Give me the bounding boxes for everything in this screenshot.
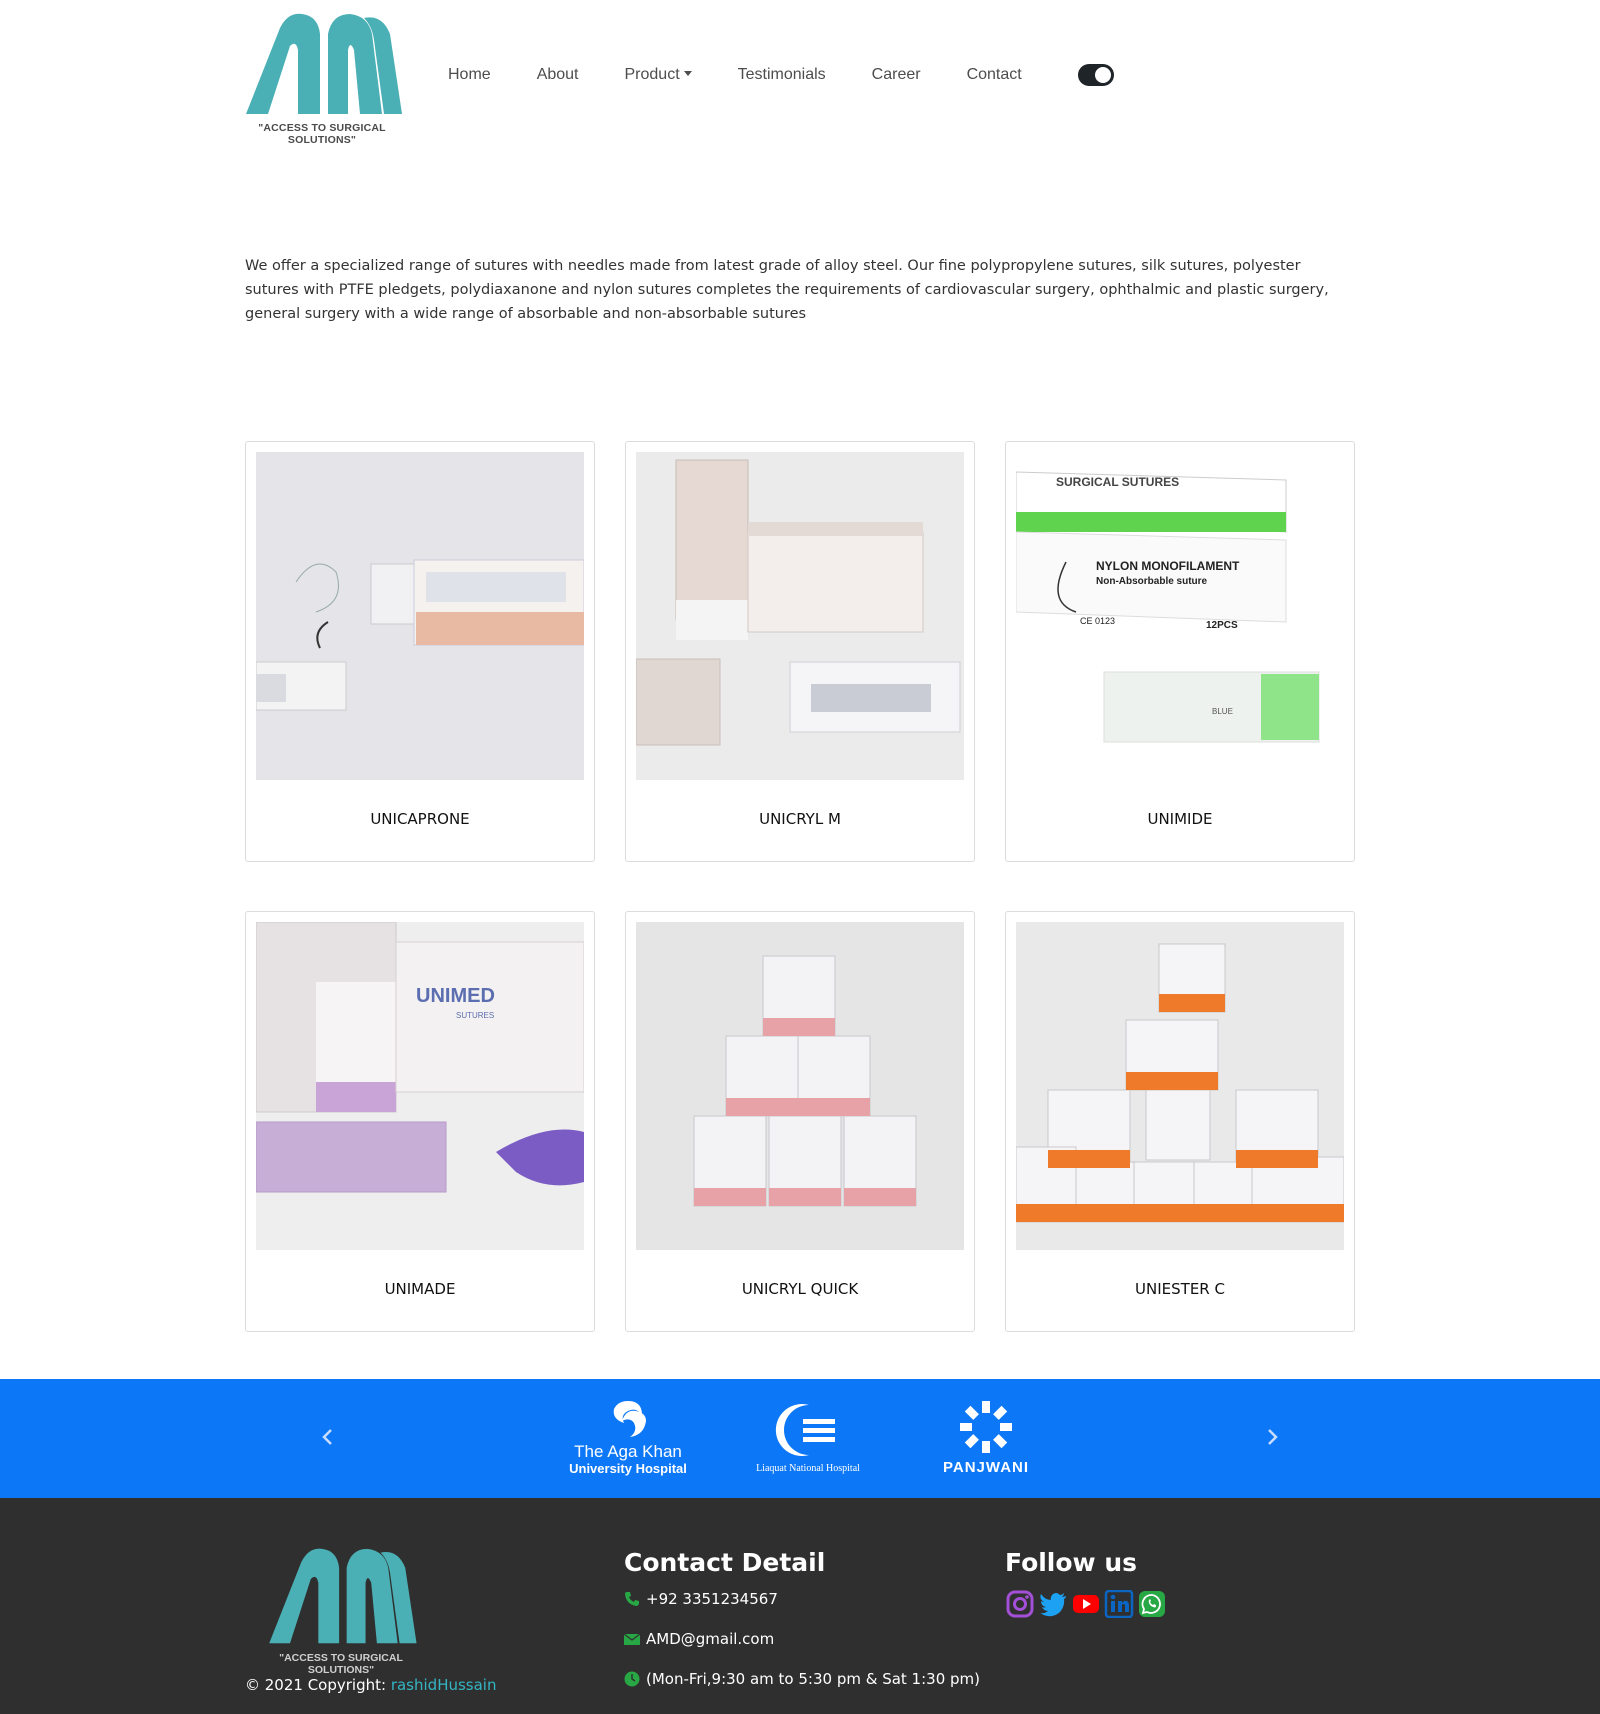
- contact-title: Contact Detail: [624, 1548, 826, 1577]
- nav-testimonials-label: Testimonials: [737, 66, 826, 83]
- phone-icon: [625, 1592, 639, 1606]
- aga-khan-emblem-icon: [613, 1401, 646, 1437]
- box-ce-text: CE 0123: [1080, 616, 1115, 626]
- intro-paragraph: We offer a specialized range of sutures …: [245, 258, 1329, 322]
- navbar: "ACCESS TO SURGICAL SOLUTIONS" Home Abou…: [0, 0, 1600, 150]
- phone-text: +92 3351234567: [646, 1590, 778, 1608]
- box-color-text: BLUE: [1212, 707, 1233, 716]
- box-brand-text: UNIMED: [416, 985, 495, 1007]
- contact-phone: +92 3351234567: [624, 1590, 778, 1608]
- nav-contact-label: Contact: [966, 66, 1022, 83]
- product-image: [636, 452, 964, 780]
- product-image: SURGICAL SUTURES NYLON MONOFILAMENT Non-…: [1016, 452, 1344, 780]
- follow-title: Follow us: [1005, 1548, 1138, 1577]
- product-name: UNICRYL M: [759, 810, 841, 828]
- clock-icon: [624, 1671, 640, 1687]
- footer: "ACCESS TO SURGICAL SOLUTIONS" © 2021 Co…: [0, 1498, 1600, 1714]
- nav-contact[interactable]: Contact: [967, 66, 1022, 84]
- theme-toggle-switch[interactable]: [1078, 64, 1114, 86]
- partner-logo-aga-khan: The Aga Khan University Hospital: [566, 1399, 690, 1476]
- linkedin-icon[interactable]: [1104, 1590, 1134, 1618]
- footer-logo: "ACCESS TO SURGICAL SOLUTIONS": [256, 1542, 436, 1676]
- chevron-left-icon[interactable]: [316, 1425, 340, 1449]
- twitter-icon[interactable]: [1038, 1590, 1068, 1618]
- nav-career-label: Career: [871, 66, 921, 83]
- copyright-author-link[interactable]: rashidHussain: [391, 1676, 497, 1694]
- social-links: [1005, 1590, 1167, 1618]
- product-card-unicaprone[interactable]: UNICAPRONE: [245, 441, 595, 862]
- product-image: [256, 452, 584, 780]
- product-name: UNICRYL QUICK: [741, 1280, 859, 1298]
- nav-home[interactable]: Home: [448, 66, 491, 84]
- partner-name-line1: The Aga Khan: [574, 1442, 682, 1461]
- box-header-text: SURGICAL SUTURES: [1056, 475, 1179, 489]
- chevron-right-icon[interactable]: [1260, 1425, 1284, 1449]
- nav-about-label: About: [536, 66, 579, 83]
- product-image: [1016, 922, 1344, 1250]
- contact-email: AMD@gmail.com: [624, 1630, 774, 1648]
- liaquat-crescent-icon: [775, 1404, 835, 1456]
- brand-logo[interactable]: "ACCESS TO SURGICAL SOLUTIONS": [232, 10, 412, 146]
- partner-name-line1: Liaquat National Hospital: [756, 1463, 860, 1474]
- partner-logo-liaquat: Liaquat National Hospital: [740, 1401, 876, 1475]
- envelope-icon: [624, 1633, 640, 1645]
- product-card-unimide[interactable]: SURGICAL SUTURES NYLON MONOFILAMENT Non-…: [1005, 441, 1355, 862]
- main-nav: Home About Product Testimonials Career C…: [448, 60, 1068, 90]
- partner-carousel: The Aga Khan University Hospital Liaquat…: [0, 1379, 1600, 1498]
- nav-product-label: Product: [624, 66, 680, 83]
- box-sub-text: SUTURES: [456, 1011, 494, 1020]
- email-text: AMD@gmail.com: [646, 1630, 775, 1648]
- caret-down-icon: [683, 71, 692, 76]
- product-name: UNIESTER C: [1135, 1280, 1225, 1298]
- product-image: [636, 922, 964, 1250]
- product-name: UNICAPRONE: [370, 810, 470, 828]
- nav-home-label: Home: [448, 66, 491, 83]
- box-subtitle-text: Non-Absorbable suture: [1096, 576, 1208, 587]
- box-count-text: 12PCS: [1206, 620, 1238, 631]
- box-title-text: NYLON MONOFILAMENT: [1096, 559, 1240, 573]
- footer-tagline: "ACCESS TO SURGICAL SOLUTIONS": [279, 1652, 403, 1676]
- nav-about[interactable]: About: [537, 66, 579, 84]
- partner-name-line1: PANJWANI: [942, 1459, 1030, 1476]
- hours-text: (Mon-Fri,9:30 am to 5:30 pm & Sat 1:30 p…: [646, 1670, 980, 1688]
- youtube-icon[interactable]: [1071, 1590, 1101, 1618]
- product-card-unimade[interactable]: UNIMED SUTURES UNIMADE: [245, 911, 595, 1332]
- product-card-unicryl-m[interactable]: UNICRYL M: [625, 441, 975, 862]
- partner-logo-panjwani: PANJWANI: [930, 1399, 1042, 1476]
- am-logo-mark: [246, 13, 402, 114]
- product-name: UNIMADE: [384, 1280, 456, 1298]
- nav-career[interactable]: Career: [872, 66, 921, 84]
- copyright: © 2021 Copyright: rashidHussain: [245, 1676, 496, 1694]
- brand-tagline: "ACCESS TO SURGICAL SOLUTIONS": [258, 122, 386, 146]
- whatsapp-icon[interactable]: [1137, 1590, 1167, 1618]
- panjwani-star-icon: [960, 1401, 1012, 1453]
- product-card-uniester-c[interactable]: UNIESTER C: [1005, 911, 1355, 1332]
- instagram-icon[interactable]: [1005, 1590, 1035, 1618]
- toggle-knob: [1095, 67, 1111, 83]
- product-image: UNIMED SUTURES: [256, 922, 584, 1250]
- contact-hours: (Mon-Fri,9:30 am to 5:30 pm & Sat 1:30 p…: [624, 1670, 980, 1688]
- product-card-unicryl-quick[interactable]: UNICRYL QUICK: [625, 911, 975, 1332]
- partner-name-line2: University Hospital: [569, 1461, 687, 1476]
- product-name: UNIMIDE: [1147, 810, 1213, 828]
- copyright-prefix: © 2021 Copyright:: [245, 1676, 391, 1694]
- nav-testimonials[interactable]: Testimonials: [738, 66, 826, 84]
- am-logo-mark: [269, 1548, 417, 1644]
- nav-product-dropdown[interactable]: Product: [625, 66, 692, 84]
